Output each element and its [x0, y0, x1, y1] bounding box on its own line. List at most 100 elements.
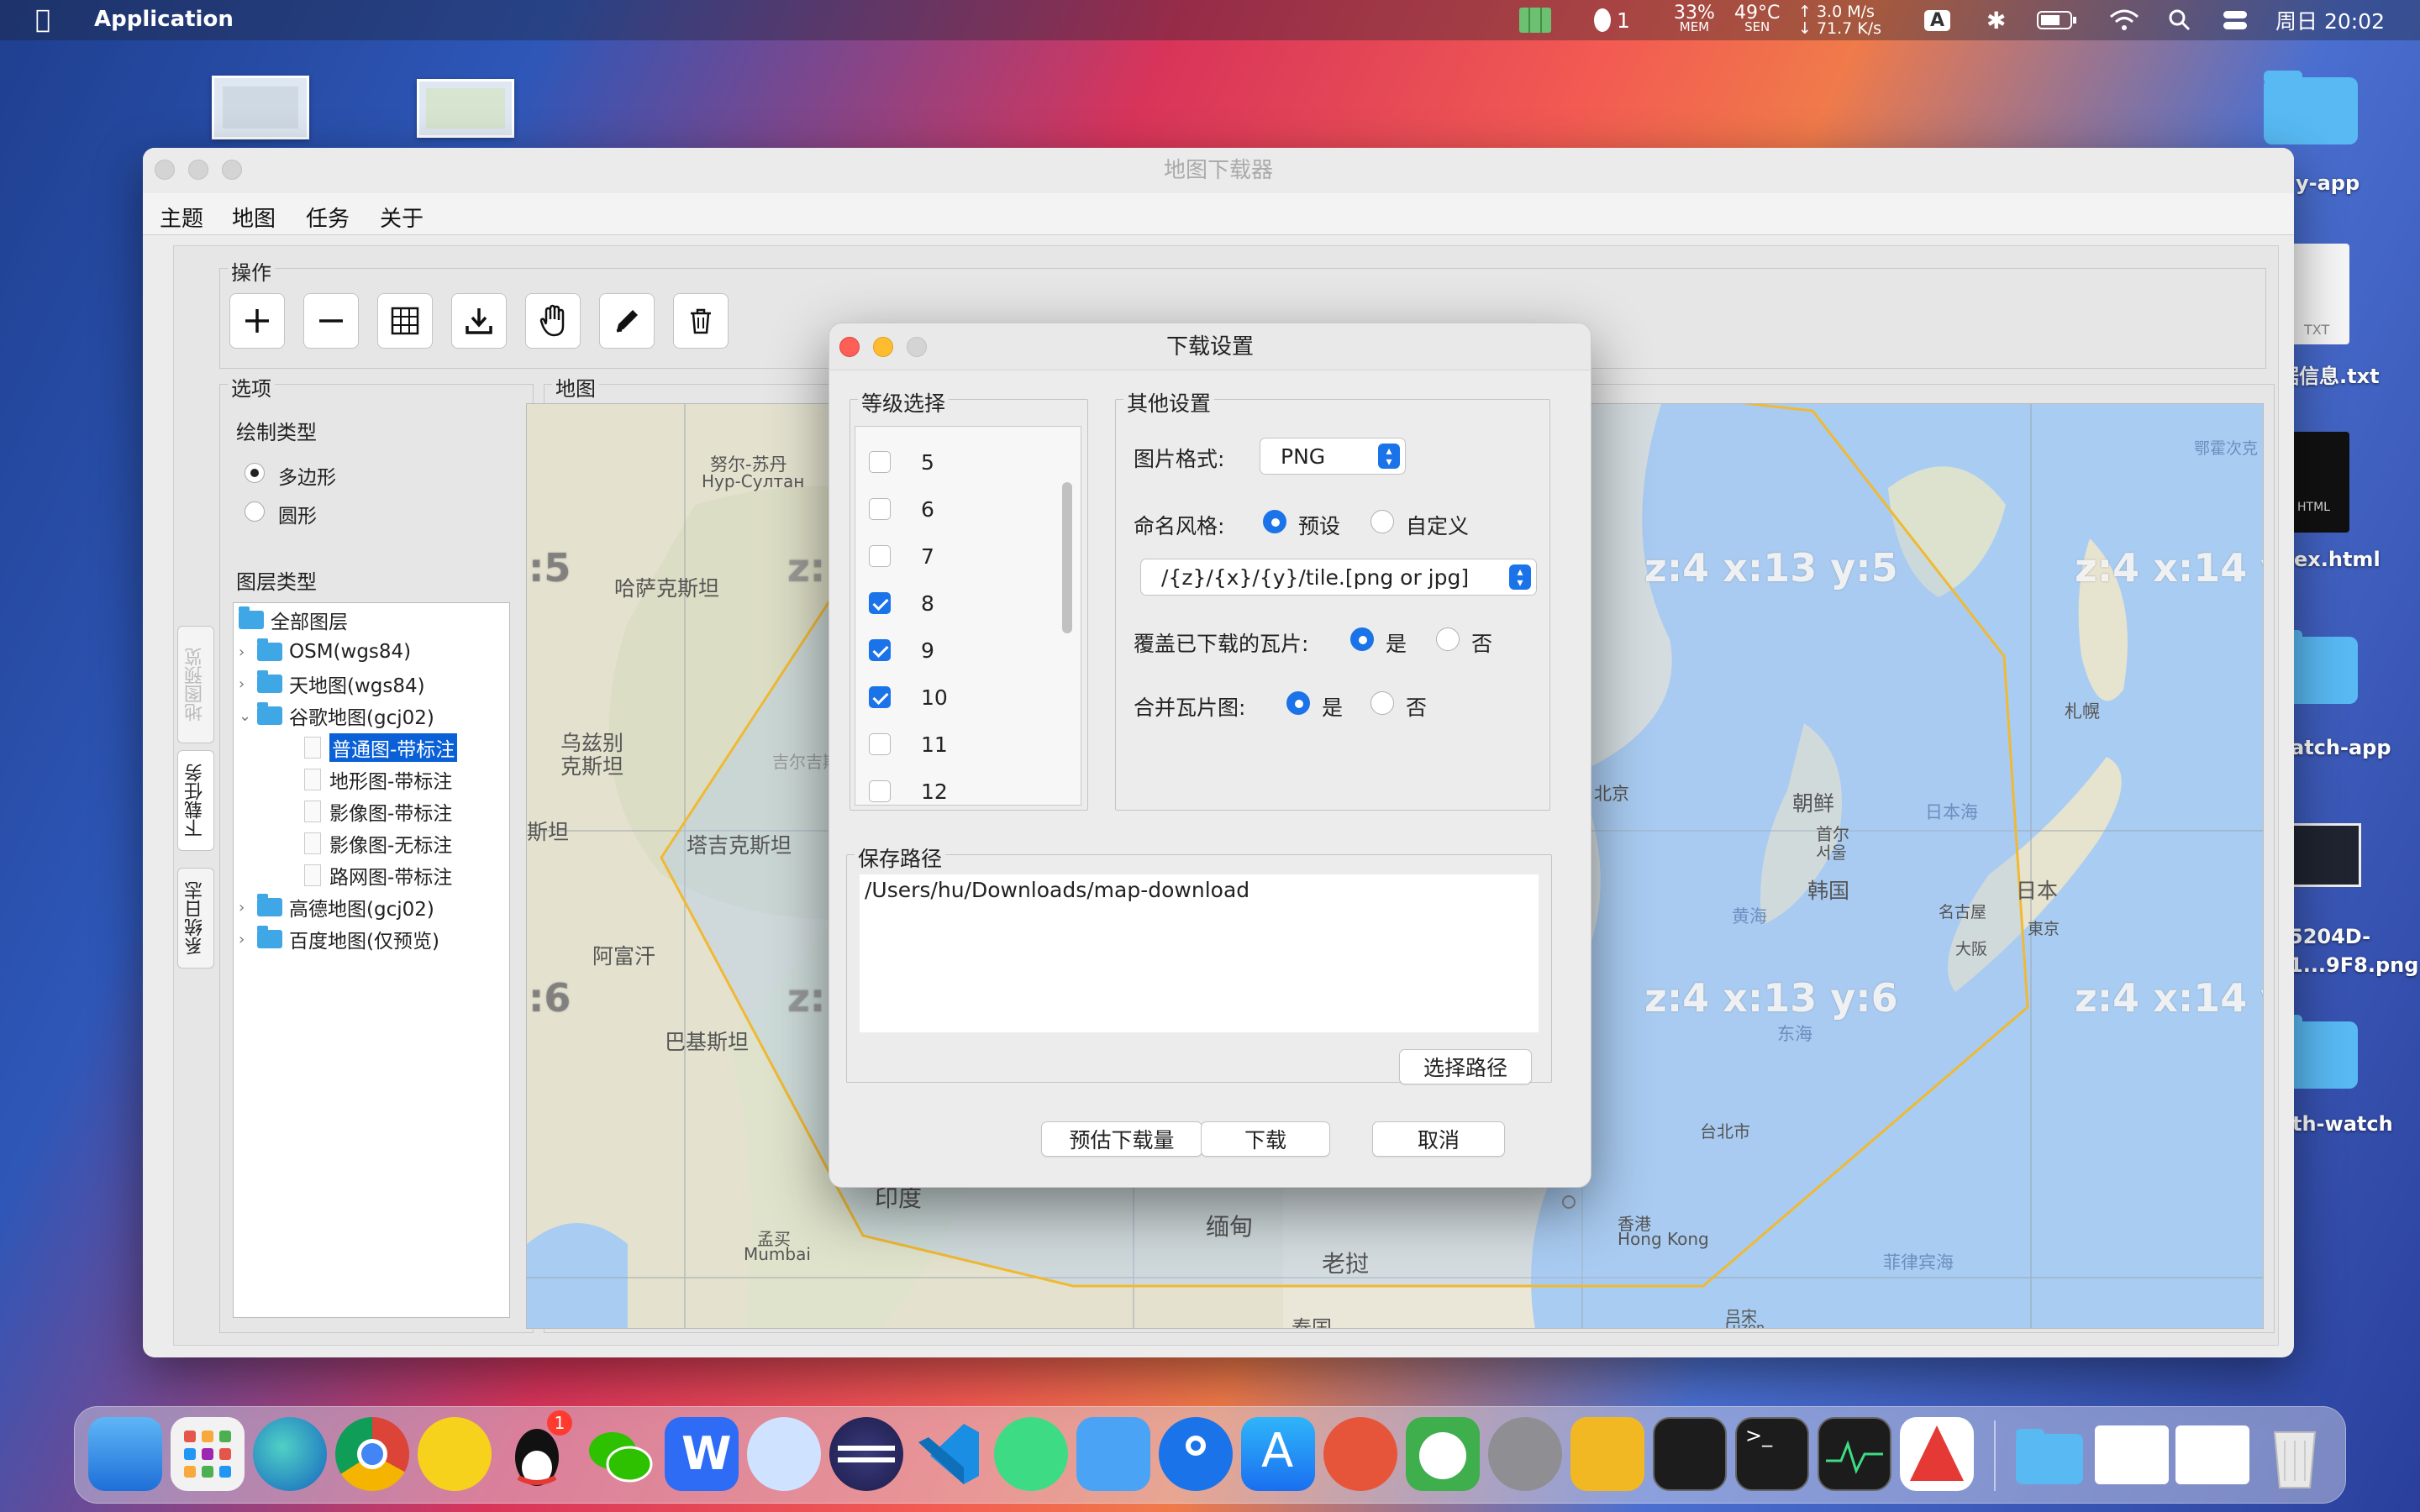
window-preview-icon-2[interactable] [2175, 1425, 2249, 1484]
draw-type-circle-label[interactable]: 圆形 [278, 500, 317, 528]
menu-task[interactable]: 任务 [306, 202, 350, 233]
terminal-icon[interactable]: >_ [1735, 1417, 1809, 1491]
naming-preset-radio[interactable] [1263, 510, 1286, 533]
desktop-folder-icon[interactable] [2260, 64, 2361, 153]
merge-no-label[interactable]: 否 [1406, 691, 1427, 722]
level-checkbox[interactable] [869, 686, 891, 708]
delete-button[interactable] [673, 293, 729, 349]
window-minimize-button[interactable] [188, 160, 208, 180]
tree-leaf[interactable]: 地形图-带标注 [304, 764, 452, 795]
overwrite-no-radio[interactable] [1436, 627, 1460, 651]
system-preferences-icon[interactable] [1488, 1417, 1562, 1491]
qq-status-icon[interactable]: 1 [1591, 0, 1630, 40]
level-checkbox[interactable] [869, 545, 891, 567]
format-select[interactable]: PNG ▴ ▾ [1260, 438, 1406, 475]
dialog-titlebar[interactable]: 下载设置 [829, 323, 1591, 370]
menu-about[interactable]: 关于 [380, 202, 424, 233]
menu-theme[interactable]: 主题 [160, 202, 203, 233]
wps-icon[interactable]: W [665, 1417, 739, 1491]
apple-icon[interactable]:  [35, 5, 50, 34]
draw-type-circle-radio[interactable] [245, 501, 265, 522]
java-icon[interactable] [1900, 1417, 1974, 1491]
mem-monitor[interactable]: 33% MEM [1674, 0, 1715, 40]
dialog-minimize-button[interactable] [873, 337, 893, 357]
merge-yes-radio[interactable] [1286, 691, 1310, 715]
level-row[interactable]: 9 [869, 627, 934, 674]
tree-leaf[interactable]: 影像图-无标注 [304, 828, 452, 858]
png-file-thumbnail[interactable] [2286, 823, 2361, 887]
active-app-name[interactable]: Application [94, 7, 234, 32]
level-row[interactable]: 7 [869, 533, 934, 580]
android-studio-icon[interactable] [994, 1417, 1068, 1491]
choose-path-button[interactable]: 选择路径 [1399, 1049, 1532, 1084]
control-center-icon[interactable] [2222, 0, 2249, 40]
window-close-button[interactable] [155, 160, 175, 180]
level-checkbox[interactable] [869, 639, 891, 661]
tree-group[interactable]: › 百度地图(仅预览) [239, 924, 439, 954]
tree-leaf-selected[interactable]: 普通图-带标注 [304, 732, 458, 763]
level-row[interactable]: 12 [869, 768, 948, 805]
bluetooth-icon[interactable]: ✱ [1986, 0, 2006, 40]
level-row[interactable]: 10 [869, 674, 948, 721]
level-row[interactable]: 6 [869, 486, 934, 533]
naming-pattern-select[interactable]: /{z}/{x}/{y}/tile.[png or jpg] ▴ ▾ [1140, 559, 1537, 596]
maps-status-icon[interactable] [1518, 0, 1553, 40]
forklift-icon[interactable] [1570, 1417, 1644, 1491]
merge-yes-label[interactable]: 是 [1322, 691, 1343, 722]
download-confirm-button[interactable]: 下载 [1201, 1121, 1330, 1157]
cancel-button[interactable]: 取消 [1372, 1121, 1505, 1157]
overwrite-no-label[interactable]: 否 [1471, 627, 1492, 658]
tree-root[interactable]: 全部图层 [239, 605, 348, 635]
music-icon[interactable] [418, 1417, 492, 1491]
temp-monitor[interactable]: 49°C SEN [1734, 0, 1780, 40]
draw-button[interactable] [599, 293, 655, 349]
battery-icon[interactable] [2037, 0, 2079, 40]
swift-icon[interactable] [747, 1417, 821, 1491]
network-monitor[interactable]: ↑ 3.0 M/s ↓ 71.7 K/s [1798, 0, 1881, 40]
overwrite-yes-label[interactable]: 是 [1386, 627, 1407, 658]
pan-hand-button[interactable] [525, 293, 581, 349]
trash-icon[interactable] [2258, 1417, 2332, 1491]
dialog-close-button[interactable] [839, 337, 860, 357]
text-file-icon[interactable]: TXT [2289, 244, 2349, 344]
grid-toggle-button[interactable] [377, 293, 433, 349]
naming-custom-label[interactable]: 自定义 [1406, 510, 1469, 540]
level-checkbox[interactable] [869, 451, 891, 473]
window-titlebar[interactable]: 地图下载器 [143, 148, 2294, 193]
level-list[interactable]: 5 6 7 8 9 10 11 12 [855, 426, 1081, 806]
overwrite-yes-radio[interactable] [1350, 627, 1374, 651]
maps-pin-icon[interactable] [1159, 1417, 1233, 1491]
tab-system-log[interactable]: 系统日志 [177, 868, 214, 969]
level-checkbox[interactable] [869, 498, 891, 520]
tree-group-expanded[interactable]: ⌄ 谷歌地图(gcj02) [239, 701, 434, 731]
level-checkbox[interactable] [869, 592, 891, 614]
draw-type-polygon-label[interactable]: 多边形 [278, 461, 336, 490]
tree-group[interactable]: › 高德地图(gcj02) [239, 892, 434, 922]
wifi-icon[interactable] [2109, 0, 2139, 40]
tree-leaf[interactable]: 路网图-带标注 [304, 860, 452, 890]
level-row[interactable]: 11 [869, 721, 948, 768]
spotlight-search-icon[interactable] [2168, 0, 2191, 40]
window-zoom-button[interactable] [222, 160, 242, 180]
remote-desktop-icon[interactable] [1323, 1417, 1397, 1491]
level-checkbox[interactable] [869, 733, 891, 755]
dialog-zoom-button[interactable] [907, 337, 927, 357]
level-list-scrollbar[interactable] [1062, 482, 1072, 633]
input-method-icon[interactable]: A [1924, 0, 1951, 40]
panda-icon[interactable] [1406, 1417, 1480, 1491]
tree-leaf[interactable]: 影像图-带标注 [304, 796, 452, 827]
estimate-button[interactable]: 预估下载量 [1041, 1121, 1202, 1157]
activity-monitor-icon[interactable] [1818, 1417, 1891, 1491]
naming-preset-label[interactable]: 预设 [1298, 510, 1340, 540]
naming-custom-radio[interactable] [1370, 510, 1394, 533]
eclipse-icon[interactable] [829, 1417, 903, 1491]
download-button[interactable] [451, 293, 507, 349]
chrome-icon[interactable] [335, 1417, 409, 1491]
level-checkbox[interactable] [869, 780, 891, 802]
finder-icon[interactable] [88, 1417, 162, 1491]
tree-group[interactable]: › 天地图(wgs84) [239, 669, 425, 699]
level-row[interactable]: 5 [869, 438, 934, 486]
clock[interactable]: 周日 20:02 [2275, 0, 2385, 40]
downloads-folder-icon[interactable] [2012, 1417, 2086, 1491]
html-file-icon[interactable]: HTML [2289, 432, 2349, 533]
